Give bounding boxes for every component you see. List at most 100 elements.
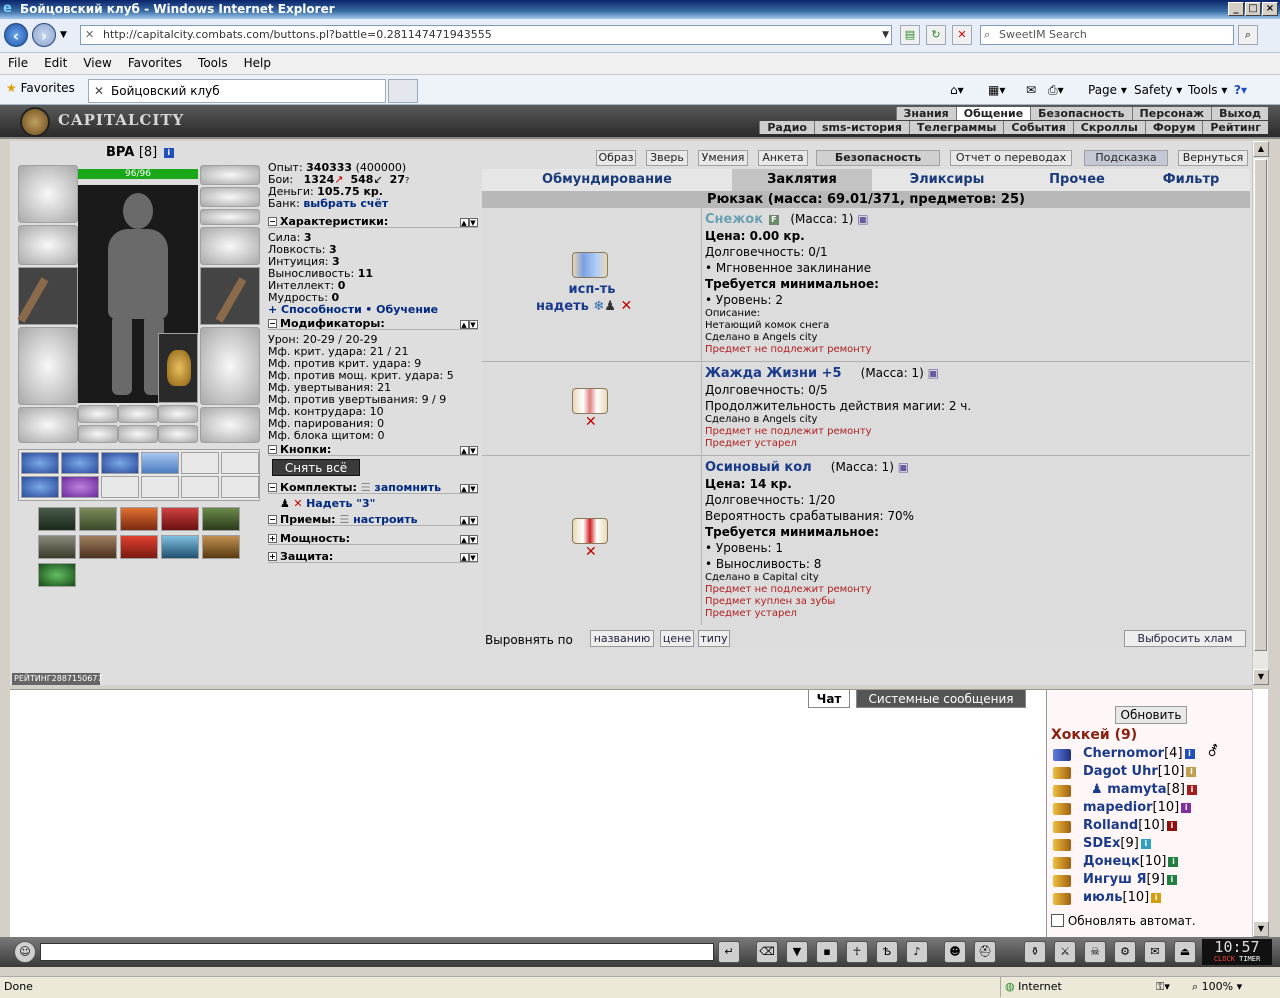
search-go-icon[interactable]: ⌕ xyxy=(1238,25,1258,45)
rune-slot-5[interactable] xyxy=(118,425,158,443)
print-icon[interactable]: ⎙▾ xyxy=(1048,83,1064,98)
trick-icon-4[interactable] xyxy=(161,507,199,531)
gloves-slot[interactable] xyxy=(200,227,260,265)
fight-icon[interactable]: ☥ xyxy=(846,941,868,963)
return-button[interactable]: Вернуться xyxy=(1178,150,1248,166)
url-input[interactable]: ✕ http://capitalcity.combats.com/buttons… xyxy=(80,25,892,45)
bracers-slot[interactable] xyxy=(18,225,78,265)
amulet-slot[interactable] xyxy=(200,187,260,207)
safety-menu[interactable]: Safety ▾ xyxy=(1134,83,1182,97)
close-button[interactable]: × xyxy=(1262,2,1278,16)
private-message-icon[interactable] xyxy=(1053,821,1071,833)
home-icon[interactable]: ⌂▾ xyxy=(950,83,964,97)
delete-item-icon[interactable]: ✕ xyxy=(585,544,597,560)
action-icon-2[interactable]: ⚔ xyxy=(1054,941,1076,963)
user-info-icon[interactable]: i xyxy=(1166,875,1177,885)
nav-knowledge[interactable]: Знания xyxy=(895,107,956,120)
tools-menu[interactable]: Tools ▾ xyxy=(1188,83,1227,97)
user-row-3[interactable]: ♟ mamyta[8] i xyxy=(1091,782,1197,797)
user-row-8[interactable]: Ингуш Я[9] i xyxy=(1083,872,1177,887)
refresh-button[interactable]: Обновить xyxy=(1115,706,1187,724)
chat-scrollbar[interactable]: ▼ xyxy=(1252,689,1269,937)
rune-slot-1[interactable] xyxy=(78,405,118,423)
nav-security[interactable]: Безопасность xyxy=(1030,107,1131,120)
minimize-button[interactable]: _ xyxy=(1228,2,1244,16)
drop-junk-button[interactable]: Выбросить хлам xyxy=(1124,630,1246,647)
rune-slot-4[interactable] xyxy=(78,425,118,443)
feeds-icon[interactable]: ▦▾ xyxy=(988,83,1005,97)
defense-section[interactable]: + Защита: ▲ ▼ xyxy=(268,551,478,563)
chat-scroll-down-icon[interactable]: ▼ xyxy=(1253,921,1269,937)
item-name[interactable]: Снежок xyxy=(705,212,763,227)
nav-exit[interactable]: Выход xyxy=(1211,107,1268,120)
trick-icon-5[interactable] xyxy=(202,507,240,531)
info-icon[interactable]: i xyxy=(163,148,174,158)
pet-owl-slot[interactable] xyxy=(158,333,198,403)
sort-by-price-button[interactable]: цене xyxy=(660,630,694,647)
pet-button[interactable]: Зверь xyxy=(646,150,688,166)
spell-slot-11[interactable] xyxy=(181,476,219,498)
spell-slot-5[interactable] xyxy=(181,452,219,474)
stop-icon[interactable]: ✕ xyxy=(952,25,972,45)
nav-events[interactable]: События xyxy=(1003,121,1072,134)
trick-icon-1[interactable] xyxy=(38,507,76,531)
action-icon-4[interactable]: ⚙ xyxy=(1114,941,1136,963)
user-info-icon[interactable]: i xyxy=(1184,749,1195,759)
chat-area[interactable]: Чат Системные сообщения xyxy=(10,689,1046,937)
spell-slot-10[interactable] xyxy=(141,476,179,498)
page-menu[interactable]: Page ▾ xyxy=(1088,83,1127,97)
user-info-icon[interactable]: i xyxy=(1168,857,1179,867)
spell-slot-8[interactable] xyxy=(61,476,99,498)
security-button[interactable]: Безопасность xyxy=(816,150,940,166)
private-message-icon[interactable] xyxy=(1053,839,1071,851)
abilities-link[interactable]: + Способности xyxy=(268,303,362,316)
scroll-down-icon[interactable]: ▼ xyxy=(1253,669,1269,685)
rune-slot-3[interactable] xyxy=(158,405,198,423)
clear-icon[interactable]: ⌫ xyxy=(756,941,778,963)
user-info-icon[interactable]: i xyxy=(1140,839,1151,849)
compat-view-icon[interactable]: ▤ xyxy=(900,25,920,45)
rune-slot-6[interactable] xyxy=(158,425,198,443)
remember-set-link[interactable]: запомнить xyxy=(374,481,441,494)
translit-icon[interactable]: Ѣ xyxy=(876,941,898,963)
user-row-1[interactable]: Chernomor[4] i xyxy=(1083,746,1195,761)
private-message-icon[interactable] xyxy=(1053,767,1071,779)
back-button[interactable]: ‹ xyxy=(4,23,28,47)
user-row-9[interactable]: июль[10] i xyxy=(1083,890,1162,905)
tab-elixirs[interactable]: Эликсиры xyxy=(872,169,1022,191)
armor-slot[interactable] xyxy=(18,327,78,405)
save-log-icon[interactable]: ▪ xyxy=(816,941,838,963)
buttons-section[interactable]: − Кнопки: ▲ ▼ xyxy=(268,444,478,456)
menu-edit[interactable]: Edit xyxy=(36,53,75,70)
user-info-icon[interactable]: i xyxy=(1186,767,1197,777)
scroll-up-icon[interactable]: ▲ xyxy=(1253,141,1269,157)
leggings-slot[interactable] xyxy=(200,327,260,405)
sort-by-type-button[interactable]: типу xyxy=(698,630,730,647)
user-row-7[interactable]: Донецк[10] i xyxy=(1083,854,1179,869)
spell-slot-6[interactable] xyxy=(221,452,259,474)
chat-input[interactable] xyxy=(40,943,714,961)
profile-button[interactable]: Анкета xyxy=(758,150,808,166)
auto-refresh-checkbox[interactable] xyxy=(1051,914,1064,927)
gift-icon[interactable]: ♟ xyxy=(604,299,616,314)
nav-radio[interactable]: Радио xyxy=(759,121,814,134)
bank-link[interactable]: выбрать счёт xyxy=(303,197,388,210)
rings-slot[interactable] xyxy=(200,209,260,225)
action-icon-3[interactable]: ☠ xyxy=(1084,941,1106,963)
tab-chat[interactable]: Чат xyxy=(808,690,850,708)
helmet-icon[interactable]: ⛑ xyxy=(974,941,996,963)
maximize-button[interactable]: □ xyxy=(1245,2,1261,16)
nav-telegrams[interactable]: Телеграммы xyxy=(908,121,1003,134)
rune-slot-2[interactable] xyxy=(118,405,158,423)
delete-set-icon[interactable]: ✕ xyxy=(293,497,302,510)
sort-by-name-button[interactable]: названию xyxy=(590,630,654,647)
image-button[interactable]: Образ xyxy=(596,150,636,166)
private-message-icon[interactable] xyxy=(1053,749,1071,761)
boots-slot[interactable] xyxy=(200,407,260,443)
spell-slot-4[interactable] xyxy=(141,452,179,474)
search-input[interactable]: ⌕ SweetIM Search xyxy=(980,25,1234,45)
weapon-left-slot[interactable] xyxy=(17,267,78,325)
protected-mode-icon[interactable]: ⚿▾ xyxy=(1156,977,1170,997)
spell-slot-12[interactable] xyxy=(221,476,259,498)
trick-icon-10[interactable] xyxy=(202,535,240,559)
